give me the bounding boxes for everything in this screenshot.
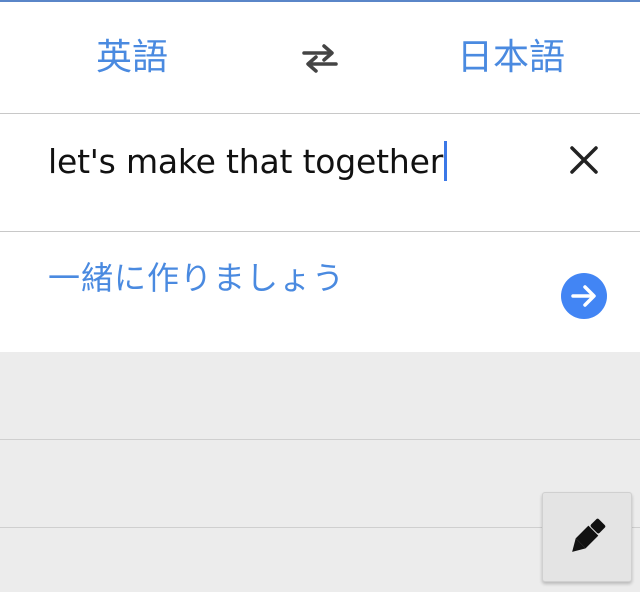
source-text: let's make that together [48,142,444,181]
pen-icon [572,518,606,552]
close-icon [570,146,598,174]
source-text-input[interactable]: let's make that together [48,140,448,184]
arrow-right-circle-icon [571,285,596,307]
source-input-area[interactable]: let's make that together [0,114,640,231]
translation-result-area[interactable]: 一緒に作りましょう [0,232,640,352]
swap-arrows-icon [302,44,338,73]
handwriting-button[interactable] [542,492,632,582]
clear-input-button[interactable] [566,142,602,178]
text-caret [444,141,448,181]
open-translation-button[interactable] [561,273,607,319]
history-divider [0,439,640,440]
swap-languages-button[interactable] [300,42,340,74]
source-language-button[interactable]: 英語 [96,36,168,80]
target-language-button[interactable]: 日本語 [457,36,565,80]
language-bar: 英語 日本語 [0,2,640,113]
translation-text: 一緒に作りましょう [48,259,346,297]
